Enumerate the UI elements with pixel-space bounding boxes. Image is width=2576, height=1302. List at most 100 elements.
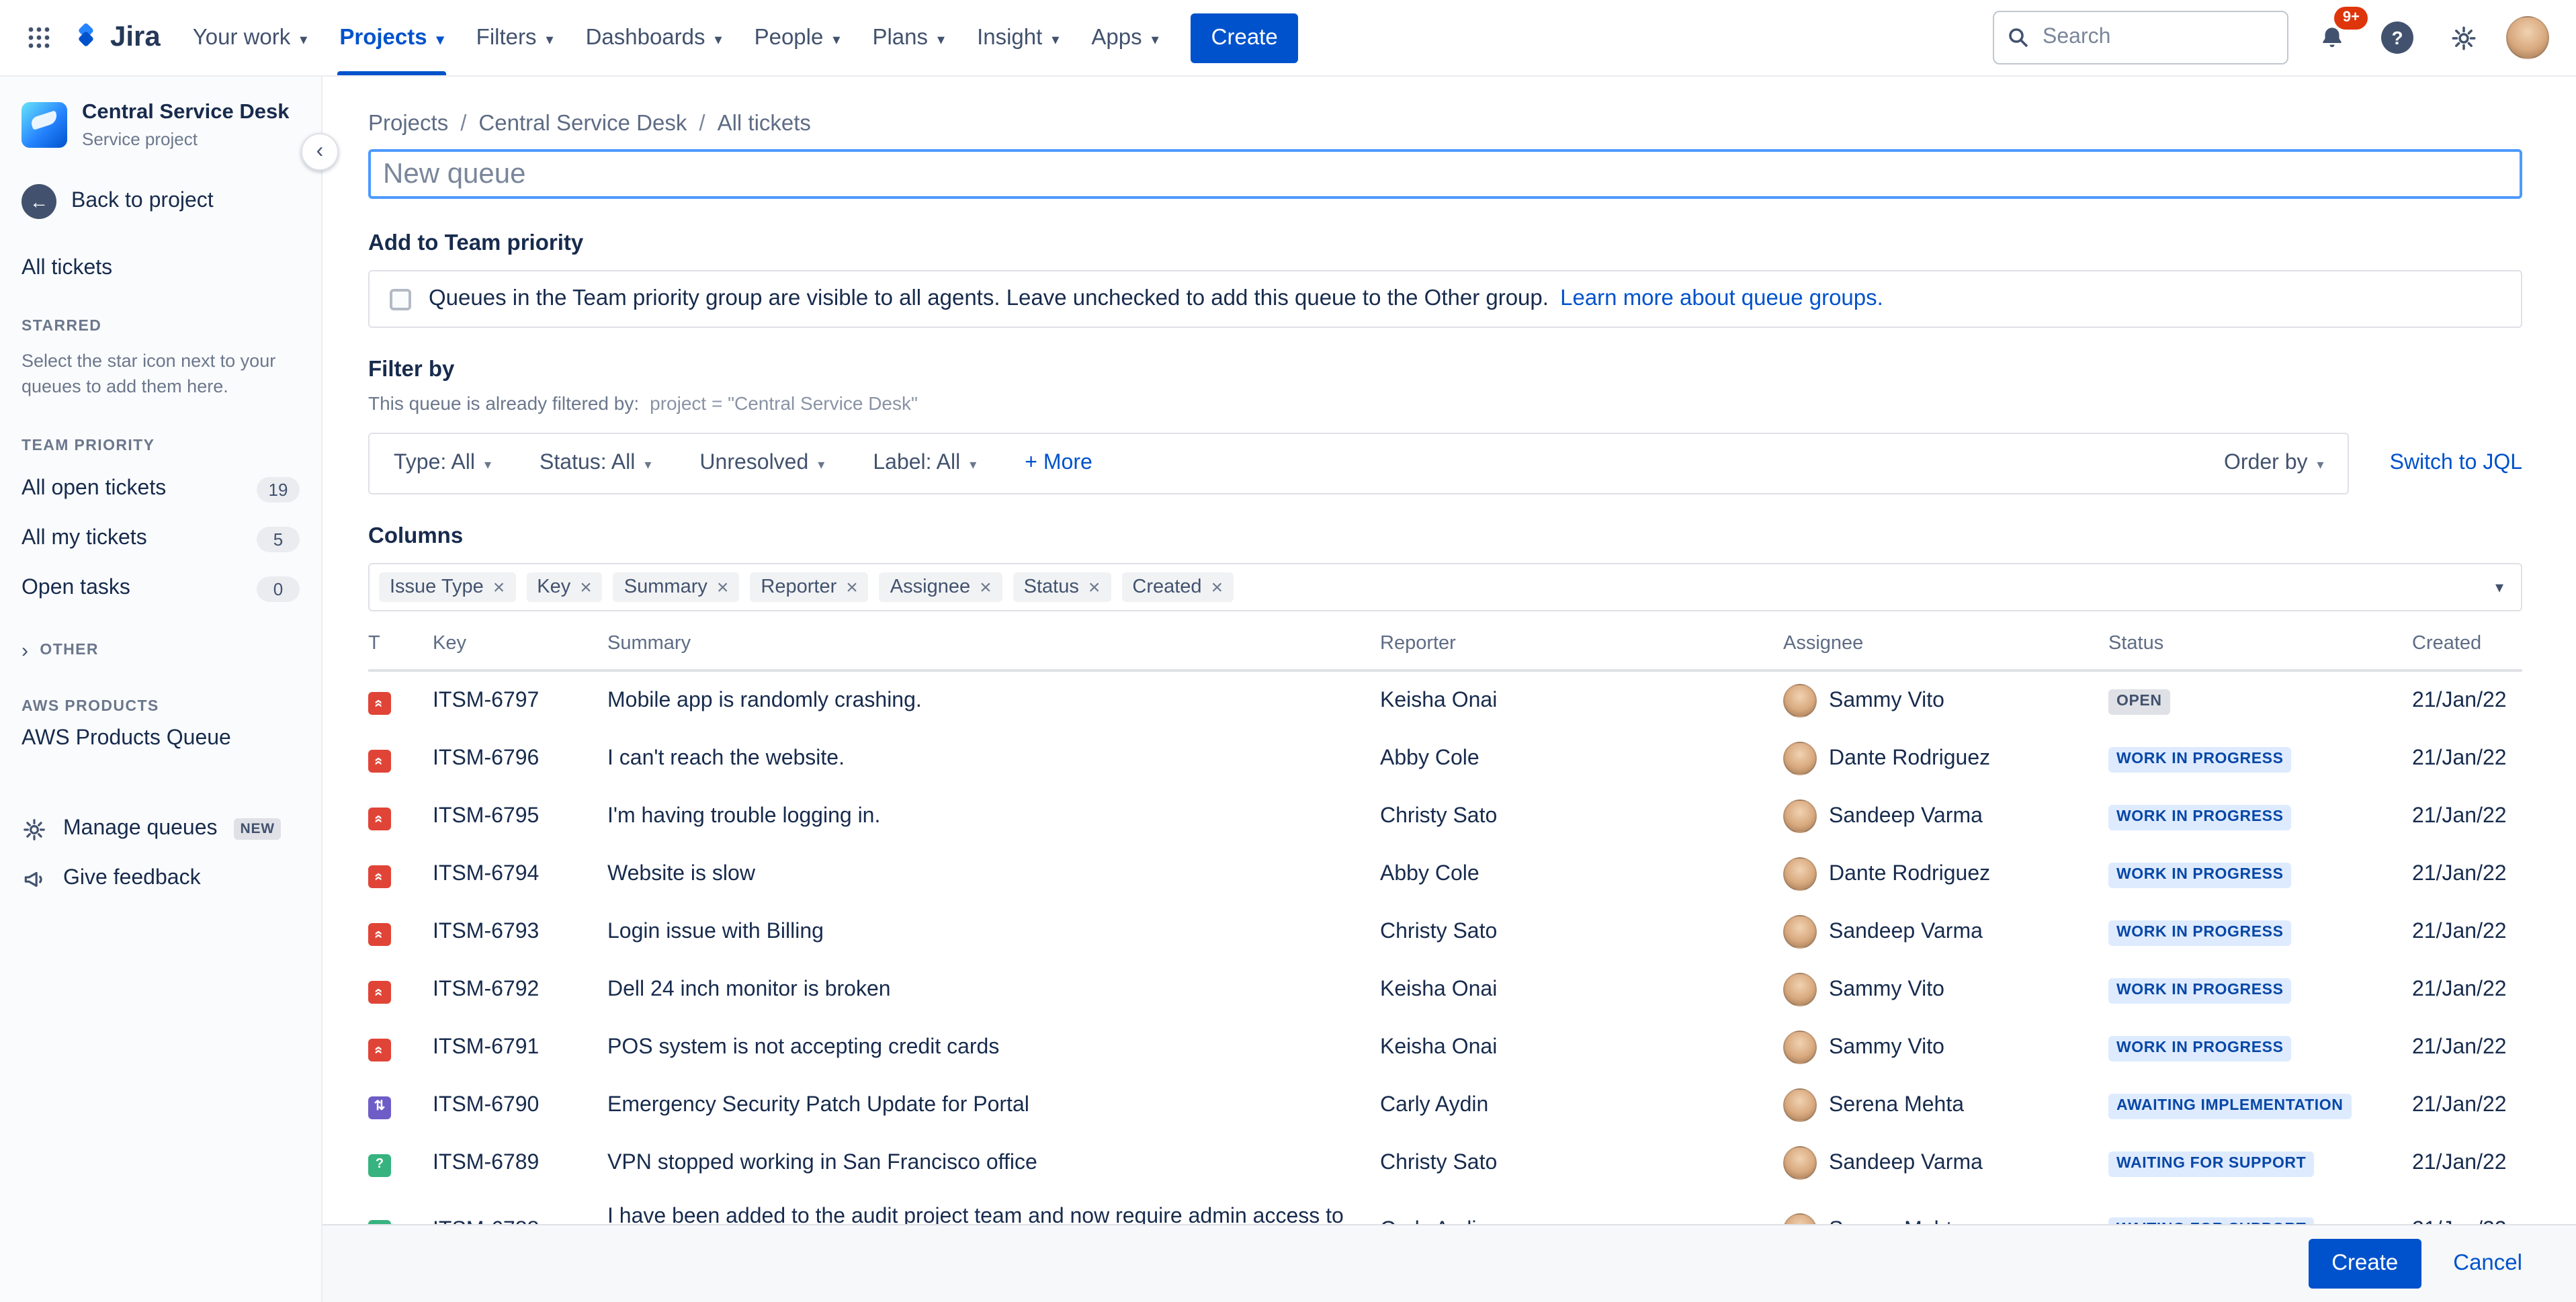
sidebar-item-aws-products-queue[interactable]: AWS Products Queue	[22, 714, 300, 763]
nav-apps[interactable]: Apps	[1075, 0, 1174, 75]
remove-column-icon[interactable]: ×	[493, 577, 505, 597]
issue-key[interactable]: ITSM-6793	[433, 903, 607, 961]
other-section-toggle[interactable]: › OTHER	[22, 640, 300, 660]
switch-to-jql-link[interactable]: Switch to JQL	[2390, 451, 2522, 476]
nav-filters[interactable]: Filters	[460, 0, 570, 75]
ticket-row[interactable]: ⇅ ITSM-6790 Emergency Security Patch Updat…	[368, 1076, 2522, 1134]
project-avatar-icon	[22, 101, 67, 148]
remove-column-icon[interactable]: ×	[1211, 577, 1223, 597]
issue-key[interactable]: ITSM-6792	[433, 961, 607, 1018]
issue-key[interactable]: ITSM-6790	[433, 1076, 607, 1134]
jira-logo[interactable]: Jira	[62, 21, 177, 54]
issue-key[interactable]: ITSM-6795	[433, 787, 607, 845]
filter-by-heading: Filter by	[368, 357, 455, 382]
issue-summary[interactable]: Dell 24 inch monitor is broken	[607, 961, 1380, 1018]
column-tag-label: Summary	[624, 576, 707, 598]
column-tag[interactable]: Issue Type ×	[379, 572, 516, 602]
nav-projects[interactable]: Projects	[323, 0, 460, 75]
issue-key[interactable]: ITSM-6789	[433, 1134, 607, 1192]
nav-right-group: 9+ ?	[1993, 7, 2549, 64]
manage-queues-button[interactable]: Manage queues NEW	[22, 816, 300, 842]
back-to-project[interactable]: ← Back to project	[22, 183, 300, 219]
nav-insight[interactable]: Insight	[961, 0, 1075, 75]
app-switcher-icon[interactable]	[16, 15, 62, 60]
columns-select[interactable]: Issue Type × Key × Summary × Reporter × Assignee…	[368, 563, 2522, 611]
column-tag[interactable]: Status ×	[1013, 572, 1111, 602]
sidebar-item-open-tasks[interactable]: Open tasks 0	[22, 564, 300, 613]
ticket-row[interactable]: » ITSM-6797 Mobile app is randomly crashin…	[368, 670, 2522, 730]
sidebar-item-all-tickets[interactable]: All tickets	[22, 256, 300, 280]
queue-groups-link[interactable]: Learn more about queue groups.	[1560, 286, 1883, 310]
more-filters-button[interactable]: + More	[1025, 451, 1092, 476]
breadcrumb-projects[interactable]: Projects	[368, 112, 448, 137]
issue-key[interactable]: ITSM-6788	[433, 1192, 607, 1224]
issue-reporter: Abby Cole	[1380, 746, 1479, 770]
ticket-row[interactable]: » ITSM-6793 Login issue with Billing Christ…	[368, 903, 2522, 961]
breadcrumb-all-tickets[interactable]: All tickets	[718, 112, 811, 137]
order-by-dropdown[interactable]: Order by	[2224, 451, 2324, 476]
resolution-filter-dropdown[interactable]: Unresolved	[699, 451, 824, 476]
issue-summary[interactable]: Login issue with Billing	[607, 903, 1380, 961]
remove-column-icon[interactable]: ×	[846, 577, 858, 597]
global-search[interactable]	[1993, 11, 2288, 64]
user-avatar[interactable]	[2506, 16, 2549, 59]
issue-summary[interactable]: Emergency Security Patch Update for Port…	[607, 1076, 1380, 1134]
column-tag[interactable]: Key ×	[526, 572, 603, 602]
queue-name-input[interactable]	[368, 149, 2522, 199]
create-queue-button[interactable]: Create	[2309, 1239, 2421, 1289]
label-filter-dropdown[interactable]: Label: All	[873, 451, 976, 476]
starred-hint-text: Select the star icon next to your queues…	[22, 350, 276, 397]
project-header[interactable]: Central Service Desk Service project	[22, 101, 300, 148]
cancel-button[interactable]: Cancel	[2453, 1251, 2522, 1276]
settings-button[interactable]	[2440, 15, 2486, 60]
team-priority-checkbox[interactable]	[390, 288, 411, 310]
nav-your-work[interactable]: Your work	[177, 0, 324, 75]
issue-summary[interactable]: I'm having trouble logging in.	[607, 787, 1380, 845]
issue-key[interactable]: ITSM-6794	[433, 845, 607, 903]
issue-created: 21/Jan/22	[2412, 689, 2507, 712]
issue-key[interactable]: ITSM-6797	[433, 670, 607, 730]
nav-dashboards[interactable]: Dashboards	[570, 0, 738, 75]
assignee-avatar	[1783, 1031, 1817, 1064]
issue-created: 21/Jan/22	[2412, 804, 2507, 828]
issue-summary[interactable]: I have been added to the audit project t…	[607, 1192, 1380, 1224]
issue-key[interactable]: ITSM-6791	[433, 1018, 607, 1076]
chevron-down-icon[interactable]: ▾	[2495, 578, 2503, 597]
nav-plans[interactable]: Plans	[856, 0, 961, 75]
assignee-avatar	[1783, 684, 1817, 718]
issue-summary[interactable]: I can't reach the website.	[607, 730, 1380, 787]
search-input[interactable]	[2040, 24, 2274, 51]
notifications-button[interactable]: 9+	[2309, 7, 2368, 60]
ticket-row[interactable]: » ITSM-6791 POS system is not accepting cr…	[368, 1018, 2522, 1076]
ticket-row[interactable]: » ITSM-6796 I can't reach the website. Abby…	[368, 730, 2522, 787]
sidebar-collapse-button[interactable]: ‹	[301, 133, 339, 171]
issue-summary[interactable]: Mobile app is randomly crashing.	[607, 670, 1380, 730]
give-feedback-button[interactable]: Give feedback	[22, 866, 300, 892]
global-create-button[interactable]: Create	[1191, 13, 1298, 62]
help-button[interactable]: ?	[2374, 15, 2420, 60]
sidebar-item-all-my-tickets[interactable]: All my tickets 5	[22, 514, 300, 564]
status-badge: WORK IN PROGRESS	[2108, 746, 2292, 773]
ticket-row[interactable]: » ITSM-6794 Website is slow Abby Cole Dante …	[368, 845, 2522, 903]
ticket-row[interactable]: ? ITSM-6789 VPN stopped working in San Fra…	[368, 1134, 2522, 1192]
issue-summary[interactable]: Website is slow	[607, 845, 1380, 903]
remove-column-icon[interactable]: ×	[980, 577, 992, 597]
issue-summary[interactable]: POS system is not accepting credit cards	[607, 1018, 1380, 1076]
remove-column-icon[interactable]: ×	[580, 577, 592, 597]
ticket-row[interactable]: » ITSM-6792 Dell 24 inch monitor is broken…	[368, 961, 2522, 1018]
remove-column-icon[interactable]: ×	[717, 577, 729, 597]
type-filter-dropdown[interactable]: Type: All	[394, 451, 491, 476]
issue-summary[interactable]: VPN stopped working in San Francisco off…	[607, 1134, 1380, 1192]
column-tag[interactable]: Summary ×	[613, 572, 740, 602]
nav-people[interactable]: People	[738, 0, 857, 75]
breadcrumb-project[interactable]: Central Service Desk	[478, 112, 687, 137]
status-filter-dropdown[interactable]: Status: All	[540, 451, 651, 476]
column-tag[interactable]: Reporter ×	[750, 572, 869, 602]
remove-column-icon[interactable]: ×	[1088, 577, 1101, 597]
ticket-row[interactable]: ? ITSM-6788I have been added to the audit…	[368, 1192, 2522, 1224]
issue-key[interactable]: ITSM-6796	[433, 730, 607, 787]
sidebar-item-all-open-tickets[interactable]: All open tickets 19	[22, 464, 300, 514]
column-tag[interactable]: Assignee ×	[879, 572, 1002, 602]
ticket-row[interactable]: » ITSM-6795 I'm having trouble logging in.…	[368, 787, 2522, 845]
column-tag[interactable]: Created ×	[1121, 572, 1234, 602]
